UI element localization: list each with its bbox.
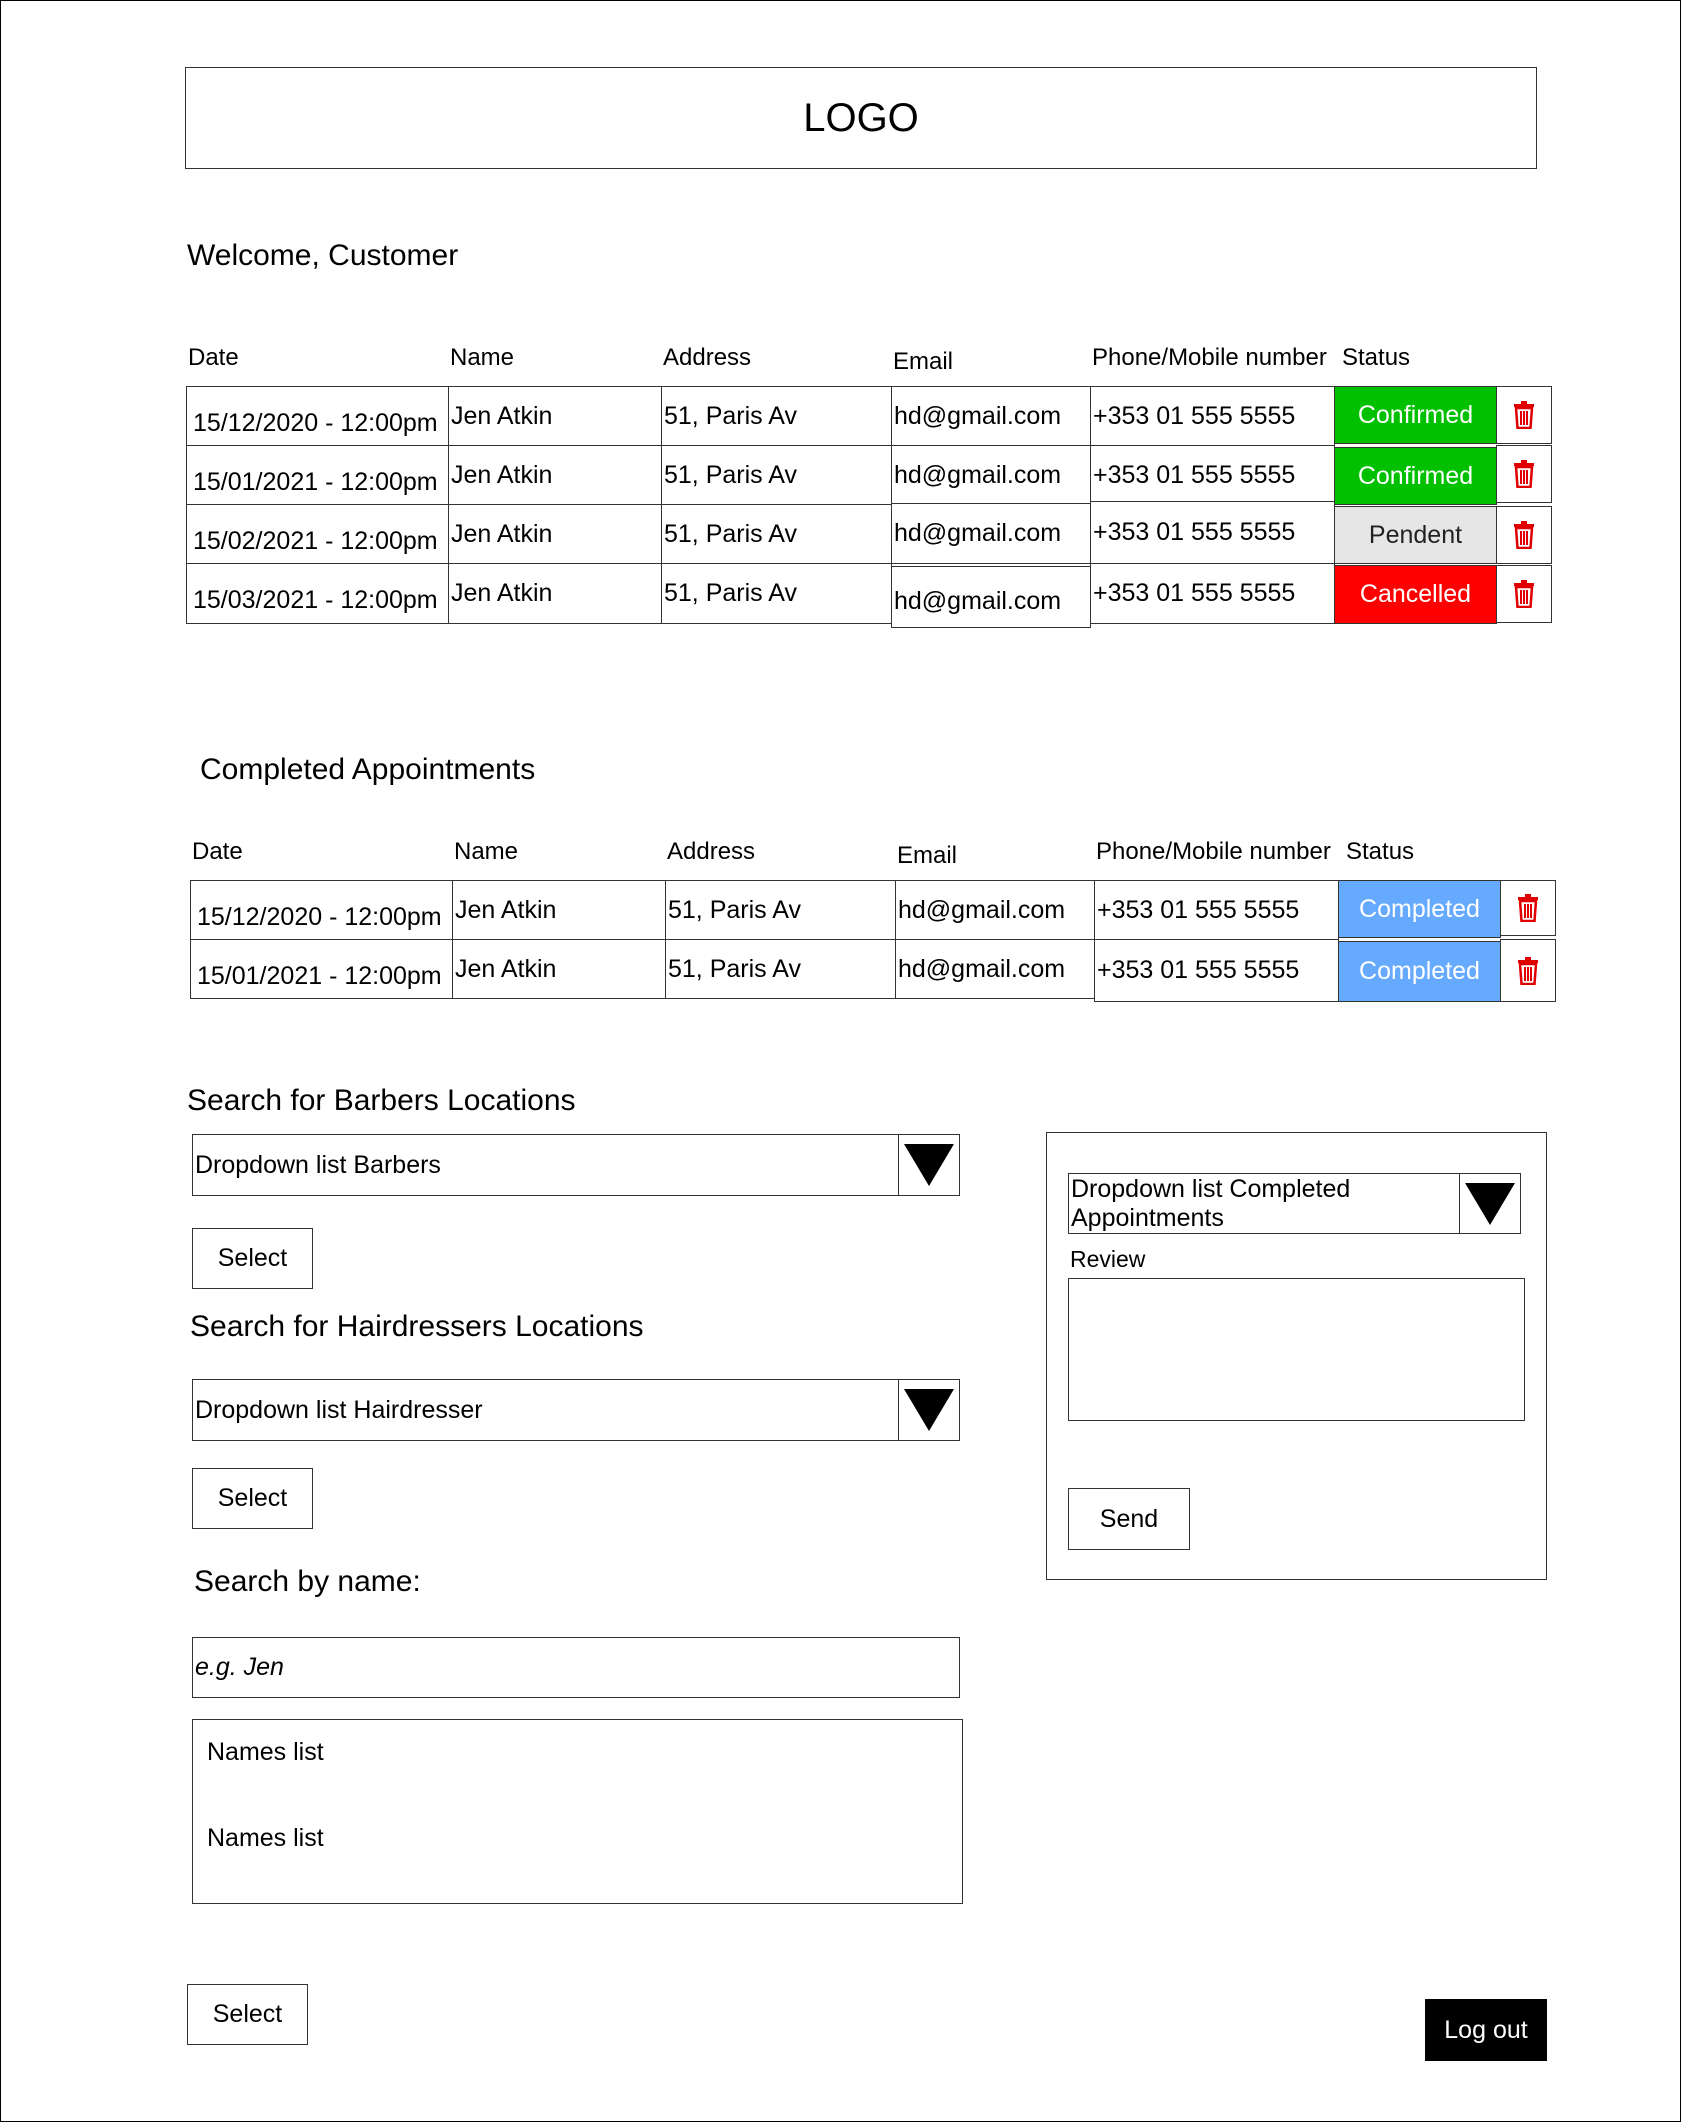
- cell-phone: +353 01 555 5555: [1090, 386, 1335, 446]
- barbers-heading: Search for Barbers Locations: [187, 1084, 576, 1117]
- delete-button[interactable]: [1496, 506, 1552, 564]
- list-item[interactable]: Names list: [207, 1824, 324, 1853]
- cell-phone: +353 01 555 5555: [1094, 880, 1339, 940]
- list-item[interactable]: Names list: [207, 1738, 324, 1767]
- cell-email: hd@gmail.com: [891, 566, 1091, 628]
- col-header-email: Email: [897, 842, 958, 869]
- hairdressers-dropdown[interactable]: Dropdown list Hairdresser: [192, 1379, 960, 1441]
- dropdown-label-line: Dropdown list Completed: [1071, 1174, 1351, 1203]
- trash-icon: [1518, 894, 1538, 922]
- trash-icon: [1514, 460, 1534, 488]
- dropdown-label: Dropdown list Hairdresser: [195, 1395, 483, 1424]
- cell-date: 15/01/2021 - 12:00pm: [186, 445, 449, 505]
- cell-phone: +353 01 555 5555: [1090, 445, 1335, 505]
- col-header-email: Email: [893, 348, 954, 375]
- name-select-button[interactable]: Select: [187, 1984, 308, 2045]
- cell-name: Jen Atkin: [452, 939, 666, 999]
- col-header-status: Status: [1346, 838, 1415, 865]
- cell-address: 51, Paris Av: [661, 445, 892, 505]
- col-header-address: Address: [663, 344, 752, 371]
- col-header-date: Date: [192, 838, 243, 865]
- barbers-select-button[interactable]: Select: [192, 1228, 313, 1289]
- name-search-heading: Search by name:: [194, 1565, 421, 1598]
- status-badge: Pendent: [1334, 506, 1497, 564]
- cell-address: 51, Paris Av: [661, 386, 892, 446]
- completed-appointments-dropdown[interactable]: Dropdown list Completed Appointments: [1068, 1173, 1521, 1234]
- status-badge: Completed: [1338, 880, 1501, 938]
- delete-button[interactable]: [1500, 880, 1556, 936]
- review-textarea[interactable]: [1068, 1278, 1525, 1421]
- hairdressers-select-button[interactable]: Select: [192, 1468, 313, 1529]
- cell-email: hd@gmail.com: [891, 386, 1091, 446]
- cell-email: hd@gmail.com: [891, 445, 1091, 505]
- col-header-phone: Phone/Mobile number: [1092, 344, 1327, 371]
- welcome-heading: Welcome, Customer: [187, 239, 459, 272]
- trash-icon: [1514, 521, 1534, 549]
- triangle-down-icon[interactable]: [898, 1135, 959, 1195]
- cell-date: 15/12/2020 - 12:00pm: [190, 880, 453, 940]
- triangle-down-icon[interactable]: [898, 1380, 959, 1440]
- status-badge: Confirmed: [1334, 386, 1497, 444]
- cell-name: Jen Atkin: [448, 504, 662, 564]
- cell-name: Jen Atkin: [448, 563, 662, 624]
- cell-address: 51, Paris Av: [661, 504, 892, 564]
- send-button[interactable]: Send: [1068, 1488, 1190, 1550]
- dropdown-label: Dropdown list Barbers: [195, 1150, 441, 1179]
- cell-address: 51, Paris Av: [665, 939, 896, 999]
- cell-address: 51, Paris Av: [661, 563, 892, 624]
- col-header-name: Name: [450, 344, 515, 371]
- cell-email: hd@gmail.com: [895, 939, 1095, 999]
- cell-date: 15/03/2021 - 12:00pm: [186, 563, 449, 624]
- col-header-address: Address: [667, 838, 756, 865]
- customer-dashboard: LOGO Welcome, Customer Date Name Address…: [0, 0, 1681, 2122]
- col-header-name: Name: [454, 838, 519, 865]
- delete-button[interactable]: [1496, 565, 1552, 623]
- cell-email: hd@gmail.com: [891, 503, 1091, 564]
- delete-button[interactable]: [1496, 445, 1552, 503]
- cell-name: Jen Atkin: [452, 880, 666, 940]
- col-header-status: Status: [1342, 344, 1411, 371]
- col-header-phone: Phone/Mobile number: [1096, 838, 1331, 865]
- delete-button[interactable]: [1500, 939, 1556, 1002]
- cell-date: 15/02/2021 - 12:00pm: [186, 504, 449, 564]
- status-badge: Completed: [1338, 941, 1501, 1002]
- cell-email: hd@gmail.com: [895, 880, 1095, 940]
- cell-date: 15/01/2021 - 12:00pm: [190, 939, 453, 999]
- logo: LOGO: [185, 67, 1537, 169]
- status-badge: Cancelled: [1334, 565, 1497, 624]
- hairdressers-heading: Search for Hairdressers Locations: [190, 1310, 644, 1343]
- cell-phone: +353 01 555 5555: [1090, 563, 1335, 624]
- col-header-date: Date: [188, 344, 239, 371]
- cell-name: Jen Atkin: [448, 445, 662, 505]
- trash-icon: [1514, 401, 1534, 429]
- review-label: Review: [1070, 1246, 1146, 1272]
- status-badge: Confirmed: [1334, 447, 1497, 505]
- names-list[interactable]: Names list Names list: [192, 1719, 963, 1904]
- cell-address: 51, Paris Av: [665, 880, 896, 940]
- cell-phone: +353 01 555 5555: [1090, 501, 1335, 564]
- cell-name: Jen Atkin: [448, 386, 662, 446]
- logout-button[interactable]: Log out: [1425, 1999, 1547, 2061]
- trash-icon: [1518, 956, 1538, 985]
- triangle-down-icon[interactable]: [1459, 1174, 1520, 1233]
- barbers-dropdown[interactable]: Dropdown list Barbers: [192, 1134, 960, 1196]
- dropdown-label-line: Appointments: [1071, 1203, 1224, 1232]
- completed-heading: Completed Appointments: [200, 753, 536, 786]
- cell-phone: +353 01 555 5555: [1094, 939, 1339, 1002]
- dropdown-label: Dropdown list Completed Appointments: [1069, 1174, 1459, 1233]
- name-search-input[interactable]: e.g. Jen: [192, 1637, 960, 1698]
- trash-icon: [1514, 580, 1534, 608]
- cell-date: 15/12/2020 - 12:00pm: [186, 386, 449, 446]
- delete-button[interactable]: [1496, 386, 1552, 444]
